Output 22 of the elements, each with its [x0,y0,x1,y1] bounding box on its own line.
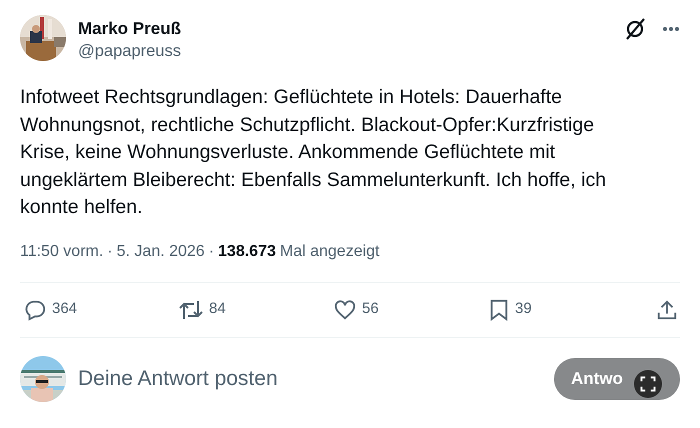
repost-icon [179,298,203,320]
tweet-date[interactable]: 5. Jan. 2026 [116,240,205,264]
bookmark-button[interactable]: 39 [485,298,532,321]
author-name[interactable]: Marko Preuß [78,18,181,40]
heart-icon [334,298,356,320]
tweet-text: Infotweet Rechtsgrundlagen: Geflüchtete in Hotels: Dauerhafte Wohnungsnot, rechtliche Schutzpflicht. Blackout-Opfer:Kurzfristige Krise, keine Wohnungsverluste. Ankommende Geflüchtete mit ungeklärtem Bleiberecht: Ebenfalls Sammelunterkunft. Ich hoffe, ich konnte helfen. [20,85,608,220]
bookmark-icon [489,298,509,320]
more-icon[interactable] [662,26,680,32]
slashed-circle-icon[interactable] [624,17,646,41]
separator-dot: · [107,242,113,262]
separator-dot: · [208,242,214,262]
like-button[interactable]: 56 [330,298,379,321]
view-count: 138.673 [218,242,276,262]
author-handle[interactable]: @papapreuss [78,40,181,62]
tweet-time[interactable]: 11:50 vorm. [20,240,104,264]
reply-button[interactable]: 364 [20,298,78,321]
share-icon [656,298,678,320]
reply-icon [24,298,46,320]
views-label: Mal angezeigt [280,242,380,262]
fullscreen-icon[interactable] [634,370,662,398]
repost-button[interactable]: 84 [175,298,226,321]
reply-input[interactable]: Deine Antwort posten [78,362,378,394]
